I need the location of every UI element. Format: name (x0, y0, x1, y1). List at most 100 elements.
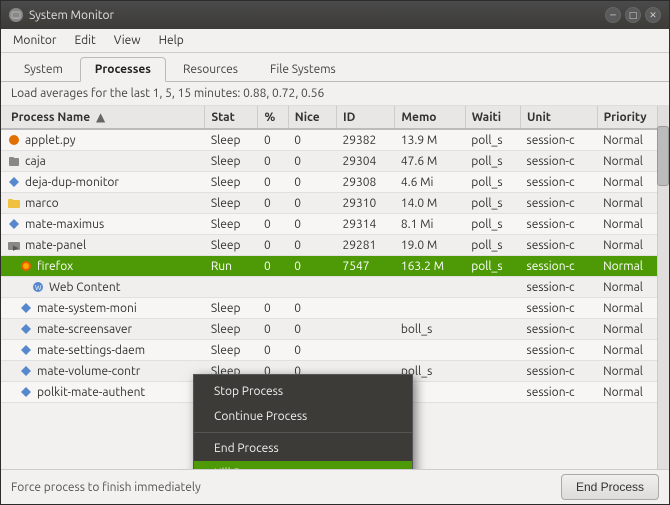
process-nice: 0 (288, 235, 336, 256)
process-stat: Sleep (205, 172, 258, 193)
process-wait (465, 382, 520, 403)
col-id[interactable]: ID (336, 106, 394, 129)
tab-resources[interactable]: Resources (168, 57, 253, 81)
process-icon (7, 217, 21, 231)
context-menu-item-label: Continue Process (214, 410, 307, 423)
process-stat: Sleep (205, 340, 258, 361)
tab-system[interactable]: System (9, 57, 78, 81)
process-name: mate-screensaver (37, 323, 132, 336)
process-pct: 0 (258, 151, 288, 172)
process-pct: 0 (258, 129, 288, 151)
process-pct: 0 (258, 256, 288, 277)
process-stat: Sleep (205, 319, 258, 340)
scrollbar[interactable] (657, 106, 669, 469)
process-icon (19, 364, 33, 378)
process-name-cell: firefox (1, 256, 205, 277)
context-menu-item-label: Stop Process (214, 385, 283, 398)
process-wait (465, 340, 520, 361)
process-mem: boll_s (395, 319, 465, 340)
context-menu-item-label: End Process (214, 442, 279, 455)
process-mem (395, 298, 465, 319)
process-wait: poll_s (465, 256, 520, 277)
process-icon (19, 301, 33, 315)
process-stat: Run (205, 256, 258, 277)
process-unit: session-c (521, 129, 598, 151)
col-process-name[interactable]: Process Name ▲ (1, 106, 205, 129)
process-unit: session-c (521, 382, 598, 403)
process-icon (19, 343, 33, 357)
menu-edit[interactable]: Edit (66, 31, 103, 50)
menu-view[interactable]: View (106, 31, 149, 50)
col-wait[interactable]: Waiti (465, 106, 520, 129)
context-menu-item[interactable]: Continue Process (194, 404, 412, 429)
system-monitor-window: System Monitor ─ □ ✕ Monitor Edit View H… (0, 0, 670, 505)
table-row[interactable]: mate-system-moni Sleep 0 0 session-c Nor… (1, 298, 669, 319)
process-name-cell: mate-settings-daem (1, 340, 205, 361)
process-mem: 14.0 M (395, 193, 465, 214)
col-pct[interactable]: % (258, 106, 288, 129)
status-bar: Force process to finish immediately End … (1, 469, 669, 504)
process-mem (395, 277, 465, 298)
process-unit: session-c (521, 214, 598, 235)
close-button[interactable]: ✕ (645, 7, 661, 23)
table-row[interactable]: mate-screensaver Sleep 0 0 boll_s sessio… (1, 319, 669, 340)
col-stat[interactable]: Stat (205, 106, 258, 129)
process-table-container: Process Name ▲ Stat % Nice ID Memo Waiti… (1, 106, 669, 469)
table-row[interactable]: caja Sleep 0 0 29304 47.6 M poll_s sessi… (1, 151, 669, 172)
scrollbar-thumb[interactable] (657, 126, 669, 186)
process-name: applet.py (25, 134, 76, 147)
table-row[interactable]: mate-settings-daem Sleep 0 0 session-c N… (1, 340, 669, 361)
menu-monitor[interactable]: Monitor (5, 31, 64, 50)
process-mem: 47.6 M (395, 151, 465, 172)
minimize-button[interactable]: ─ (605, 7, 621, 23)
process-wait (465, 361, 520, 382)
process-id (336, 277, 394, 298)
process-wait: poll_s (465, 172, 520, 193)
end-process-button[interactable]: End Process (561, 474, 659, 500)
maximize-button[interactable]: □ (625, 7, 641, 23)
tab-processes[interactable]: Processes (80, 57, 166, 82)
process-name: mate-settings-daem (37, 344, 145, 357)
table-row[interactable]: W Web Content session-c Normal (1, 277, 669, 298)
process-mem: 4.6 Mi (395, 172, 465, 193)
table-row[interactable]: ▶ mate-panel Sleep 0 0 29281 19.0 M poll… (1, 235, 669, 256)
load-average-bar: Load averages for the last 1, 5, 15 minu… (1, 82, 669, 106)
process-pct: 0 (258, 340, 288, 361)
process-unit: session-c (521, 256, 598, 277)
process-pct: 0 (258, 214, 288, 235)
process-name: mate-maximus (25, 218, 104, 231)
tab-file-systems[interactable]: File Systems (255, 57, 351, 81)
process-icon (7, 133, 21, 147)
col-nice[interactable]: Nice (288, 106, 336, 129)
context-menu-item[interactable]: Kill Process (194, 461, 412, 469)
col-unit[interactable]: Unit (521, 106, 598, 129)
table-row[interactable]: firefox Run 0 0 7547 163.2 M poll_s sess… (1, 256, 669, 277)
table-row[interactable]: applet.py Sleep 0 0 29382 13.9 M poll_s … (1, 129, 669, 151)
process-icon: W (31, 280, 45, 294)
context-menu-item[interactable]: Stop Process (194, 379, 412, 404)
context-menu-item[interactable]: End Process (194, 436, 412, 461)
process-name-cell: polkit-mate-authent (1, 382, 205, 403)
process-nice: 0 (288, 193, 336, 214)
table-row[interactable]: mate-maximus Sleep 0 0 29314 8.1 Mi poll… (1, 214, 669, 235)
process-mem: 8.1 Mi (395, 214, 465, 235)
process-nice (288, 277, 336, 298)
process-table: Process Name ▲ Stat % Nice ID Memo Waiti… (1, 106, 669, 403)
process-mem: 19.0 M (395, 235, 465, 256)
svg-text:▶: ▶ (13, 244, 19, 252)
process-name-cell: applet.py (1, 129, 205, 151)
col-mem[interactable]: Memo (395, 106, 465, 129)
context-menu: Stop Process Continue Process End Process K… (193, 374, 413, 469)
process-id: 7547 (336, 256, 394, 277)
process-pct: 0 (258, 298, 288, 319)
process-unit: session-c (521, 172, 598, 193)
process-wait: poll_s (465, 151, 520, 172)
process-name-cell: marco (1, 193, 205, 214)
process-wait: poll_s (465, 235, 520, 256)
process-nice: 0 (288, 129, 336, 151)
table-row[interactable]: marco Sleep 0 0 29310 14.0 M poll_s sess… (1, 193, 669, 214)
process-name: deja-dup-monitor (25, 176, 119, 189)
table-row[interactable]: deja-dup-monitor Sleep 0 0 29308 4.6 Mi … (1, 172, 669, 193)
process-nice: 0 (288, 172, 336, 193)
menu-help[interactable]: Help (151, 31, 192, 50)
